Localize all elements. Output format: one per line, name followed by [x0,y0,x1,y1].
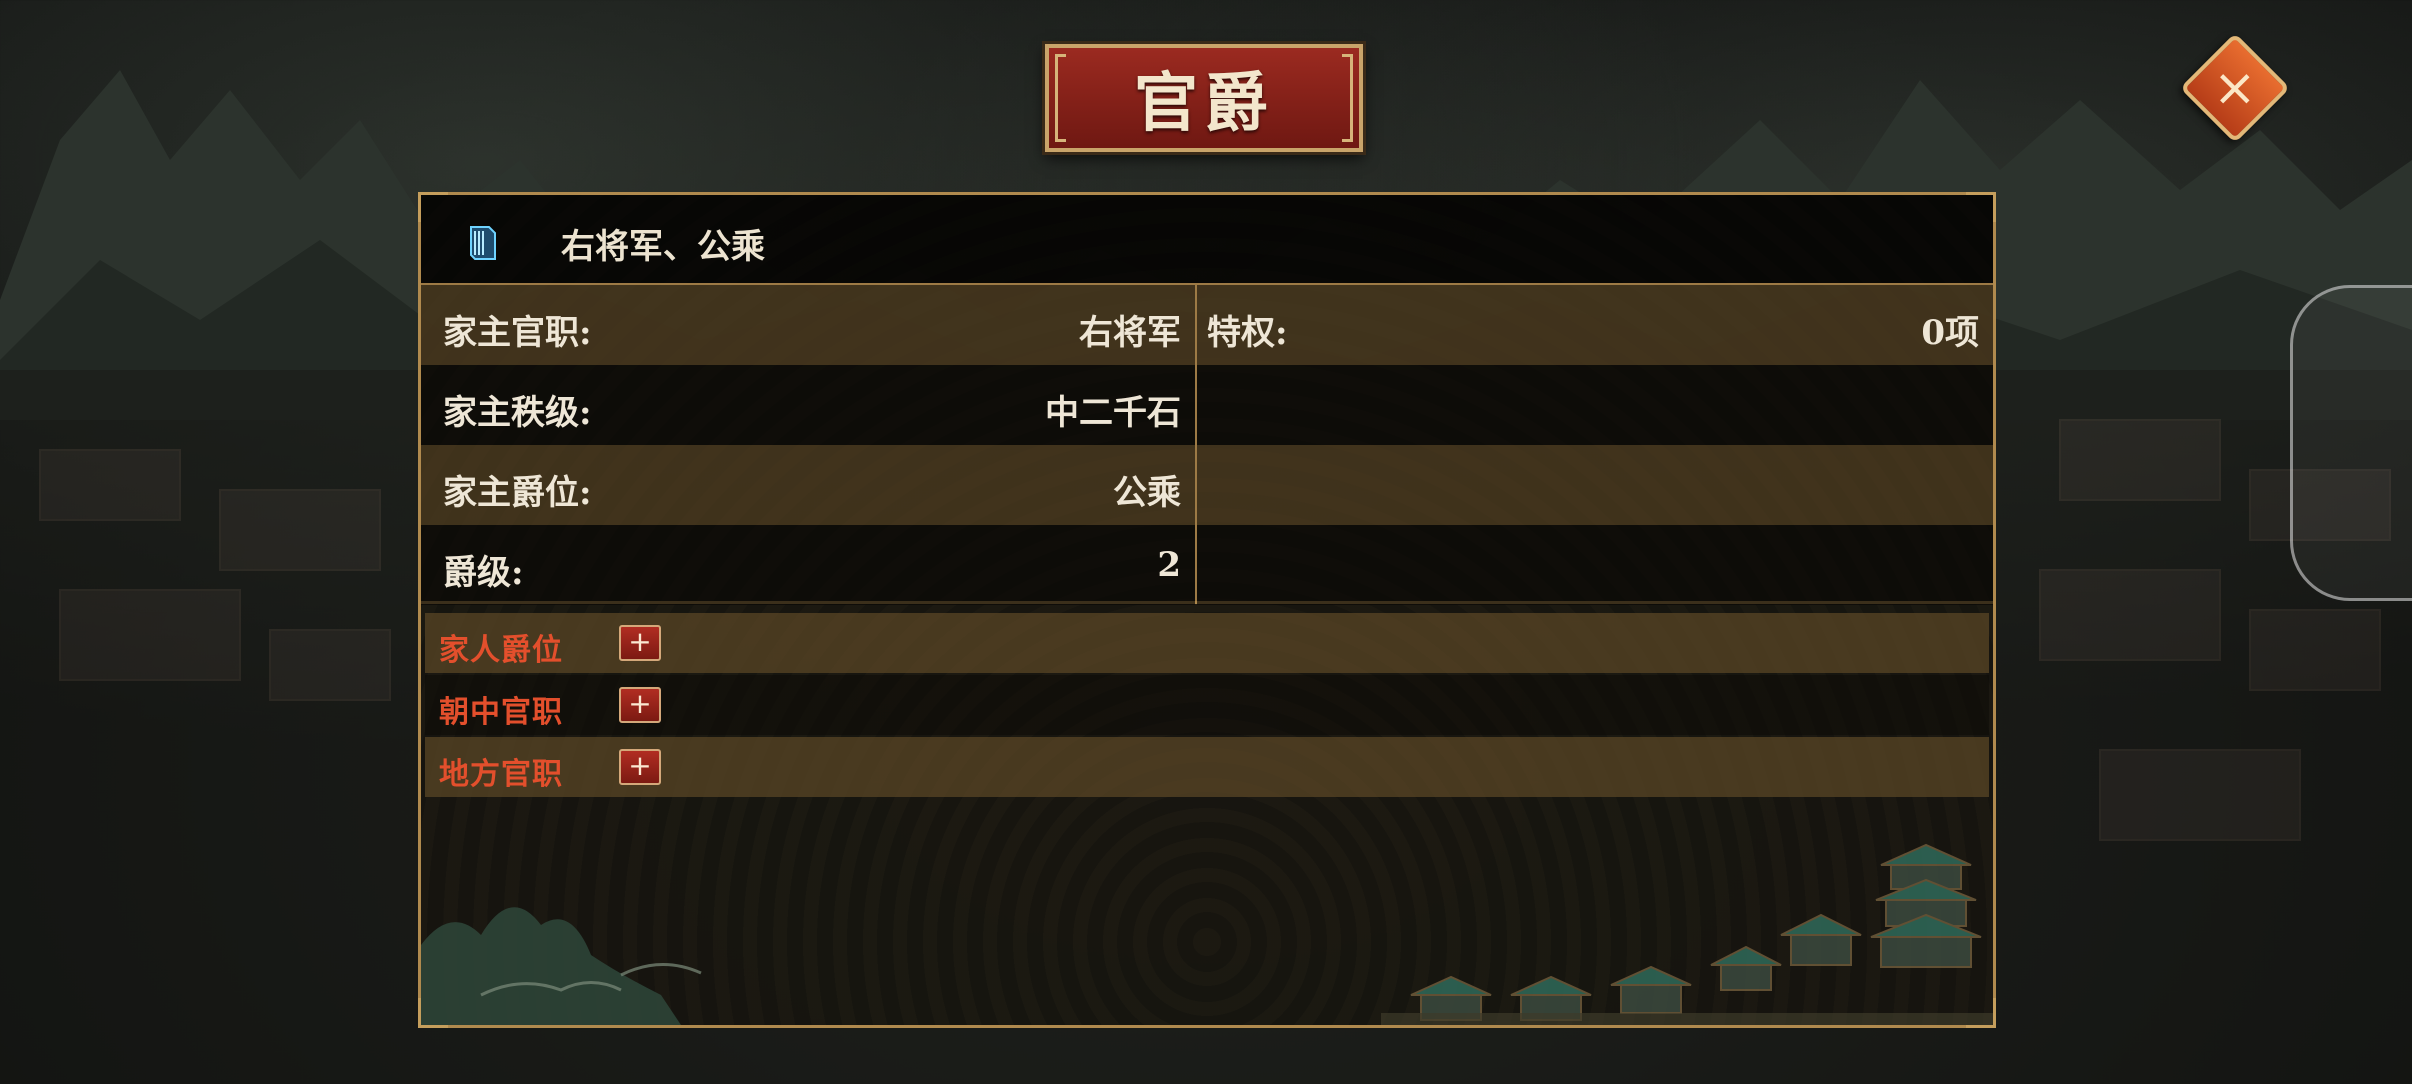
expand-plus-button[interactable]: + [619,625,661,661]
side-pull-tab[interactable] [2290,285,2412,601]
info-row: 爵级: 2 [421,525,1195,605]
close-x-icon: × [2213,57,2257,118]
empty-row [1197,365,1993,445]
book-icon [470,226,496,260]
panel-header: 右将军、公乘 [421,195,1993,285]
info-label: 爵级: [443,553,524,593]
info-grid: 家主官职: 右将军 家主秩级: 中二千石 家主爵位: 公乘 爵级: 2 特权: … [421,285,1993,605]
info-label: 家主秩级: [443,393,592,433]
privilege-label: 特权: [1207,313,1288,353]
privilege-value: 0项 [1921,313,1979,353]
rank-panel: 右将军、公乘 家主官职: 右将军 家主秩级: 中二千石 家主爵位: 公乘 爵级:… [418,192,1996,1028]
expand-row-family-rank[interactable]: 家人爵位 + [425,613,1989,673]
info-label: 家主官职: [443,313,592,353]
expand-plus-button[interactable]: + [619,687,661,723]
expand-row-local-office[interactable]: 地方官职 + [425,737,1989,797]
info-row: 家主爵位: 公乘 [421,445,1195,525]
dialog-title: 官爵 [1134,66,1274,141]
empty-row [1197,445,1993,525]
current-rank-title: 右将军、公乘 [561,227,765,267]
expand-section-list: 家人爵位 + 朝中官职 + 地方官职 + [425,613,1989,799]
expand-plus-button[interactable]: + [619,749,661,785]
info-value: 右将军 [1079,313,1181,353]
info-value: 公乘 [1113,473,1181,513]
expand-label: 地方官职 [439,757,563,792]
info-label: 家主爵位: [443,473,592,513]
panel-decoration-scenery [421,843,1993,1025]
privilege-row: 特权: 0项 [1197,285,1993,365]
empty-row [1197,525,1993,605]
expand-row-court-office[interactable]: 朝中官职 + [425,675,1989,735]
info-value: 中二千石 [1045,393,1181,433]
dialog-title-plate: 官爵 [1045,44,1363,152]
expand-label: 家人爵位 [439,633,563,668]
info-value: 2 [1157,545,1181,585]
info-row: 家主官职: 右将军 [421,285,1195,365]
info-row: 家主秩级: 中二千石 [421,365,1195,445]
expand-label: 朝中官职 [439,695,563,730]
